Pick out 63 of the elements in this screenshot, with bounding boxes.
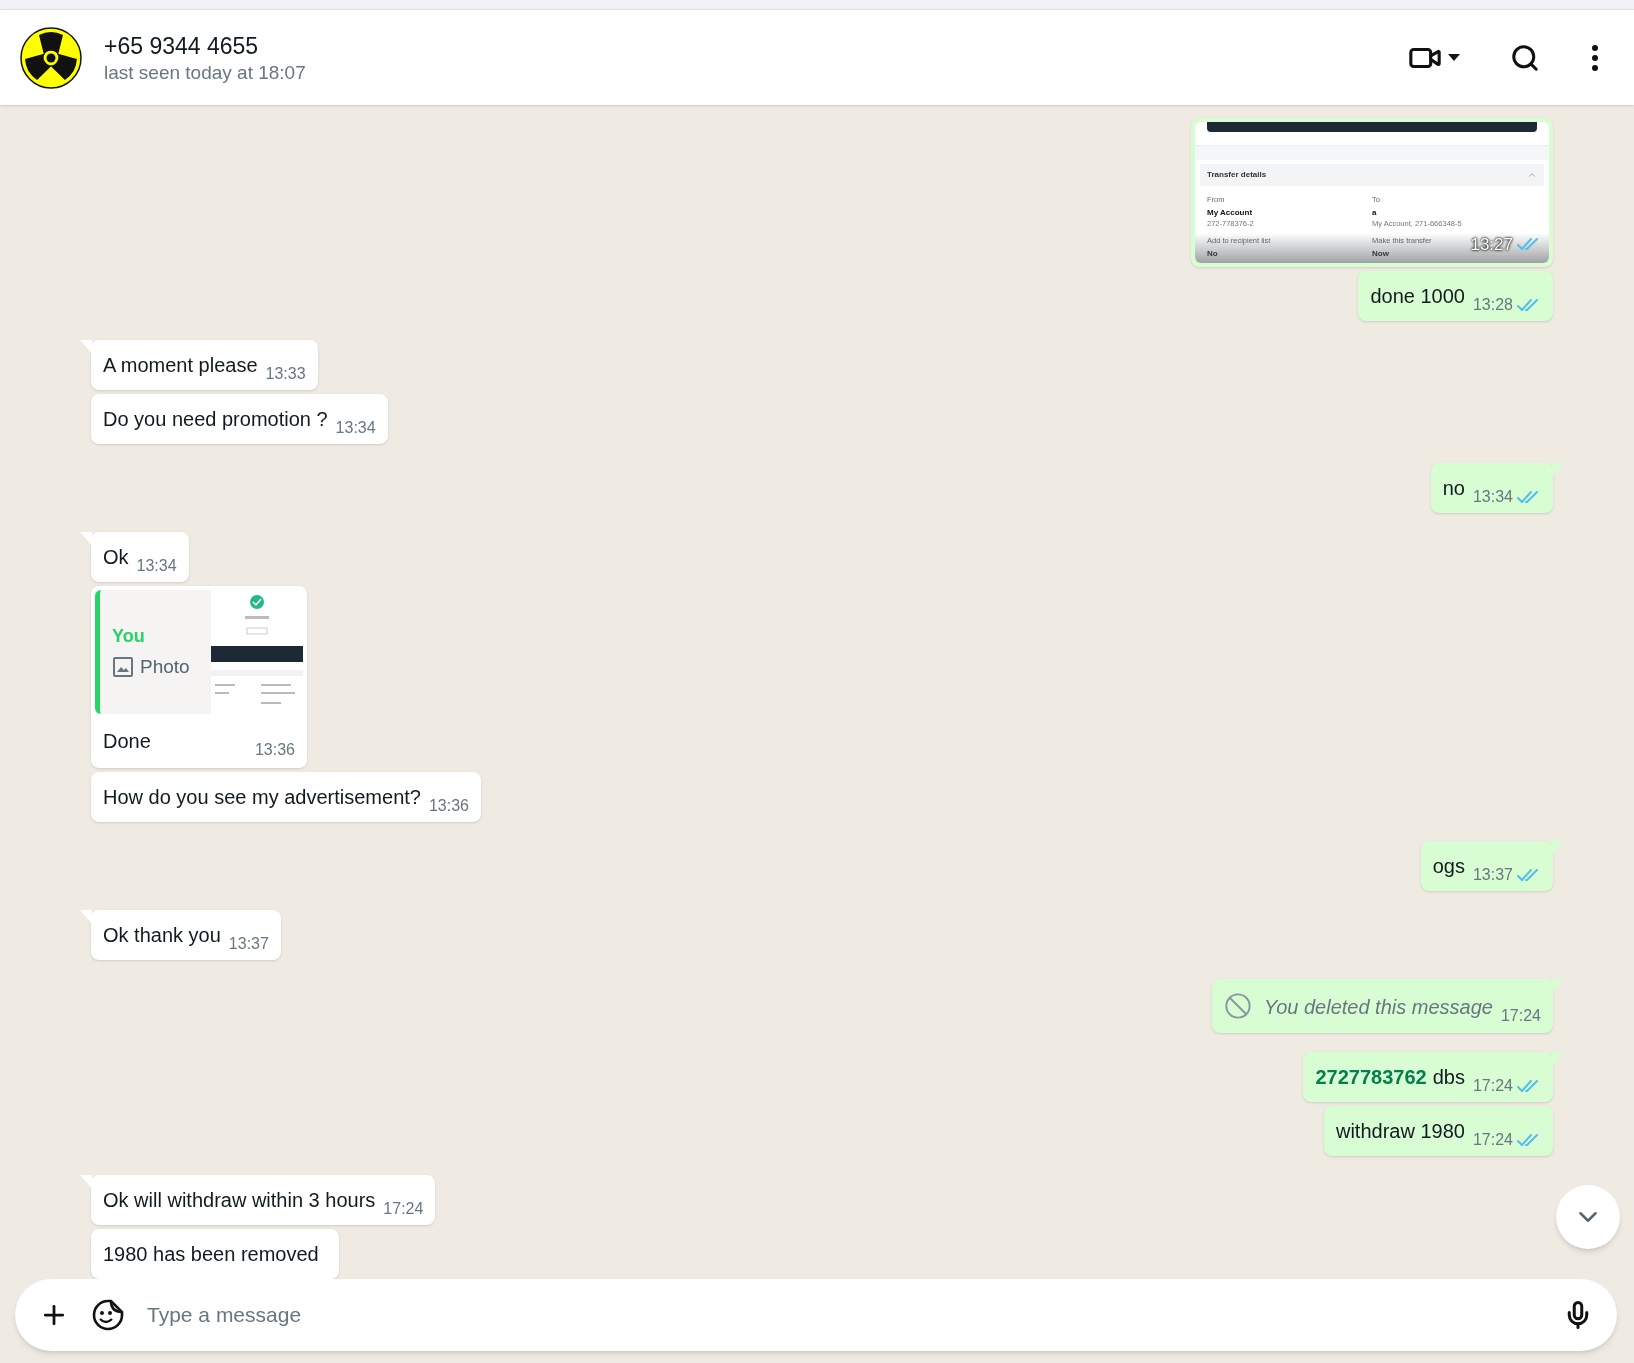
quote-label: Photo [140, 655, 190, 679]
message-text: ogs [1432, 854, 1465, 879]
menu-icon[interactable] [1590, 43, 1600, 72]
message-time: 13:34 [335, 419, 376, 437]
message-text: Ok thank you [103, 923, 221, 948]
section-title: Transfer details [1207, 169, 1267, 181]
message-time: 13:36 [428, 797, 469, 815]
contact-name[interactable]: +65 9344 4655 [104, 30, 1386, 61]
number-link[interactable]: 2727783762 [1315, 1064, 1427, 1090]
search-button[interactable] [1510, 42, 1540, 73]
message-bubble[interactable]: You Photo Done 13:36 [91, 586, 307, 768]
message-time: 17:24 [1472, 1131, 1513, 1149]
message-text: A moment please [103, 353, 258, 378]
message-text: Done [103, 729, 151, 754]
message-bubble[interactable]: done 1000 13:28 [1358, 271, 1553, 321]
message-text: Do you need promotion ? [103, 407, 328, 432]
radiation-avatar-icon[interactable] [20, 26, 82, 89]
message-bubble[interactable]: Ok 13:34 [91, 532, 189, 582]
message-bubble[interactable]: A moment please 13:33 [91, 340, 318, 390]
image-icon [112, 656, 134, 678]
message-bubble[interactable]: Ok thank you 13:37 [91, 910, 281, 960]
message-text: Ok will withdraw within 3 hours [103, 1188, 376, 1213]
message-text: no [1442, 476, 1465, 501]
message-field[interactable] [15, 1279, 1617, 1351]
message-bubble[interactable]: ogs 13:37 [1420, 841, 1553, 891]
caret-icon [1448, 53, 1460, 62]
message-bubble[interactable]: How do you see my advertisement? 13:36 [91, 772, 481, 822]
message-text: Ok [103, 545, 129, 570]
message-time: 13:28 [1472, 296, 1513, 314]
sticker-icon[interactable] [91, 1298, 125, 1332]
message-time: 13:27 [1470, 233, 1513, 256]
message-bubble[interactable]: 2727783762 dbs 17:24 [1303, 1052, 1553, 1102]
blocked-icon [1223, 992, 1252, 1020]
message-time: 13:36 [254, 741, 295, 759]
message-time: 13:37 [1472, 866, 1513, 884]
message-time: 13:34 [136, 557, 177, 575]
field-value: a [1372, 207, 1377, 218]
chevron-up-icon [1527, 170, 1537, 180]
field-value: No [1207, 248, 1218, 259]
message-text: withdraw 1980 [1336, 1119, 1465, 1144]
message-text: How do you see my advertisement? [103, 785, 421, 810]
message-bubble[interactable]: withdraw 1980 17:24 [1324, 1106, 1553, 1156]
message-time: 17:24 [1500, 1007, 1541, 1025]
deleted-text: You deleted this message [1263, 995, 1493, 1020]
message-bubble[interactable]: Do you need promotion ? 13:34 [91, 394, 388, 444]
message-bubble[interactable]: 1980 has been removed [91, 1229, 339, 1279]
message-bubble[interactable]: Ok will withdraw within 3 hours 17:24 [91, 1175, 436, 1225]
last-seen-status: last seen today at 18:07 [104, 60, 307, 85]
message-input[interactable]: Type a message [147, 1295, 1541, 1335]
deleted-message-bubble[interactable]: You deleted this message 17:24 [1211, 979, 1553, 1033]
message-time: 13:37 [228, 935, 269, 953]
quote-author: You [112, 625, 146, 647]
quoted-photo[interactable]: You Photo [95, 590, 303, 714]
message-bubble[interactable]: no 13:34 [1430, 463, 1553, 513]
message-time: 17:24 [383, 1200, 424, 1218]
message-text: done 1000 [1370, 284, 1465, 309]
message-time: 13:33 [265, 365, 306, 383]
message-time: 13:34 [1472, 488, 1513, 506]
field-value: Now [1372, 248, 1389, 259]
field-value: My Account [1207, 207, 1253, 218]
message-time: 17:24 [1472, 1077, 1513, 1095]
message-text: dbs [1432, 1065, 1465, 1090]
message-text: 1980 has been removed [103, 1242, 319, 1267]
